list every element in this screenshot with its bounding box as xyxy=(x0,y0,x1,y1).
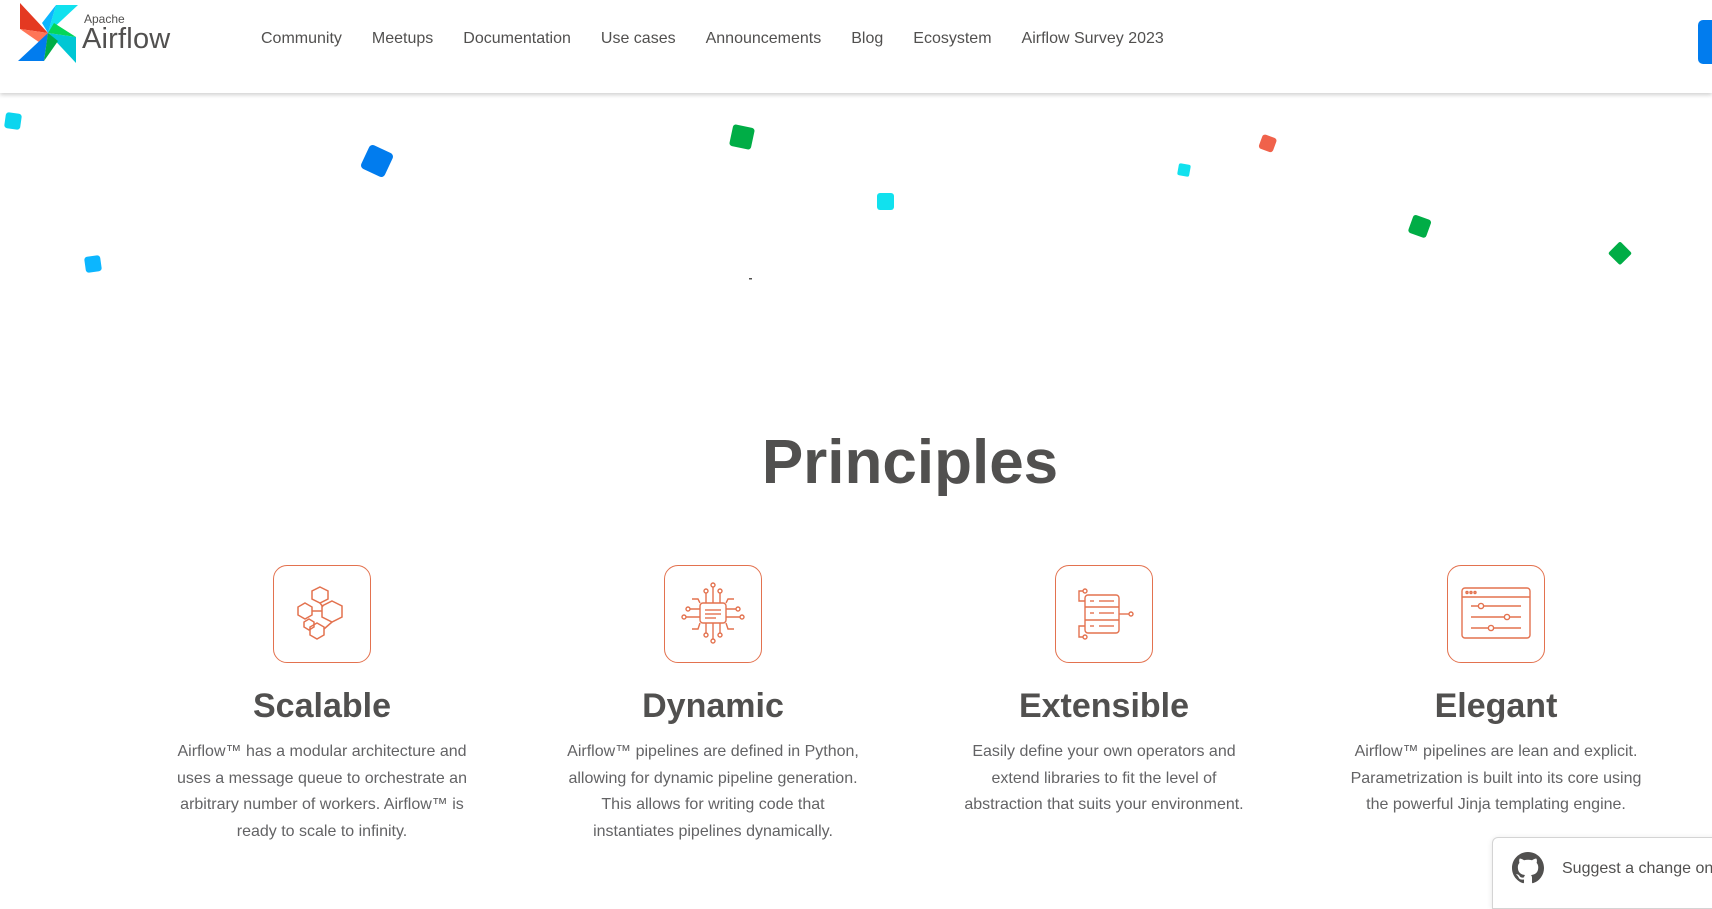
main-nav: Community Meetups Documentation Use case… xyxy=(261,30,1194,48)
nav-item-announcements[interactable]: Announcements xyxy=(706,30,822,48)
hexagon-cluster-icon xyxy=(297,586,343,640)
principle-title: Extensible xyxy=(1018,687,1190,725)
principle-icon-frame xyxy=(273,565,371,663)
principle-icon-frame xyxy=(1055,565,1153,663)
principle-card-elegant: Elegant Airflow™ pipelines are lean and … xyxy=(1346,565,1646,819)
site-header: Apache Airflow Community Meetups Documen… xyxy=(0,0,1712,93)
principle-card-dynamic: Dynamic Airflow™ pipelines are defined i… xyxy=(563,565,863,845)
nav-item-community[interactable]: Community xyxy=(261,30,342,48)
confetti-square xyxy=(749,278,752,280)
nav-item-meetups[interactable]: Meetups xyxy=(372,30,433,48)
brand-name: Airflow xyxy=(82,23,171,55)
principle-card-scalable: Scalable Airflow™ has a modular architec… xyxy=(172,565,472,845)
confetti-square xyxy=(729,124,755,150)
server-plug-icon xyxy=(1078,588,1134,640)
window-sliders-icon xyxy=(1461,587,1531,639)
confetti-square xyxy=(1408,215,1432,238)
github-icon xyxy=(1512,852,1544,884)
principle-title: Scalable xyxy=(253,687,391,725)
confetti-square xyxy=(1608,242,1632,265)
confetti-decoration xyxy=(4,112,1632,280)
airflow-logo[interactable]: Apache Airflow xyxy=(18,3,183,65)
principle-icon-frame xyxy=(664,565,762,663)
circuit-chip-icon xyxy=(681,582,745,644)
airflow-pinwheel-icon xyxy=(18,3,78,63)
suggest-change-button[interactable]: Suggest a change on xyxy=(1492,837,1712,909)
confetti-square xyxy=(1258,134,1277,153)
principle-title: Dynamic xyxy=(642,687,784,725)
confetti-square xyxy=(4,112,22,130)
principle-description: Airflow™ has a modular architecture and … xyxy=(177,743,467,840)
nav-item-airflow-survey[interactable]: Airflow Survey 2023 xyxy=(1022,30,1164,48)
principle-description: Easily define your own operators and ext… xyxy=(964,743,1244,813)
confetti-square xyxy=(877,193,894,210)
confetti-square xyxy=(84,255,102,273)
principles-heading: Principles xyxy=(761,428,1059,497)
suggest-change-label: Suggest a change on xyxy=(1562,860,1712,877)
nav-item-blog[interactable]: Blog xyxy=(851,30,883,48)
nav-item-ecosystem[interactable]: Ecosystem xyxy=(913,30,991,48)
install-button-edge[interactable] xyxy=(1698,20,1712,64)
principle-card-extensible: Extensible Easily define your own operat… xyxy=(954,565,1254,819)
confetti-square xyxy=(361,145,393,177)
principle-title: Elegant xyxy=(1434,687,1558,725)
principle-icon-frame xyxy=(1447,565,1545,663)
principle-description: Airflow™ pipelines are defined in Python… xyxy=(567,743,859,840)
principle-description: Airflow™ pipelines are lean and explicit… xyxy=(1350,743,1642,813)
confetti-square xyxy=(1177,163,1191,177)
nav-item-documentation[interactable]: Documentation xyxy=(463,30,571,48)
nav-item-use-cases[interactable]: Use cases xyxy=(601,30,676,48)
